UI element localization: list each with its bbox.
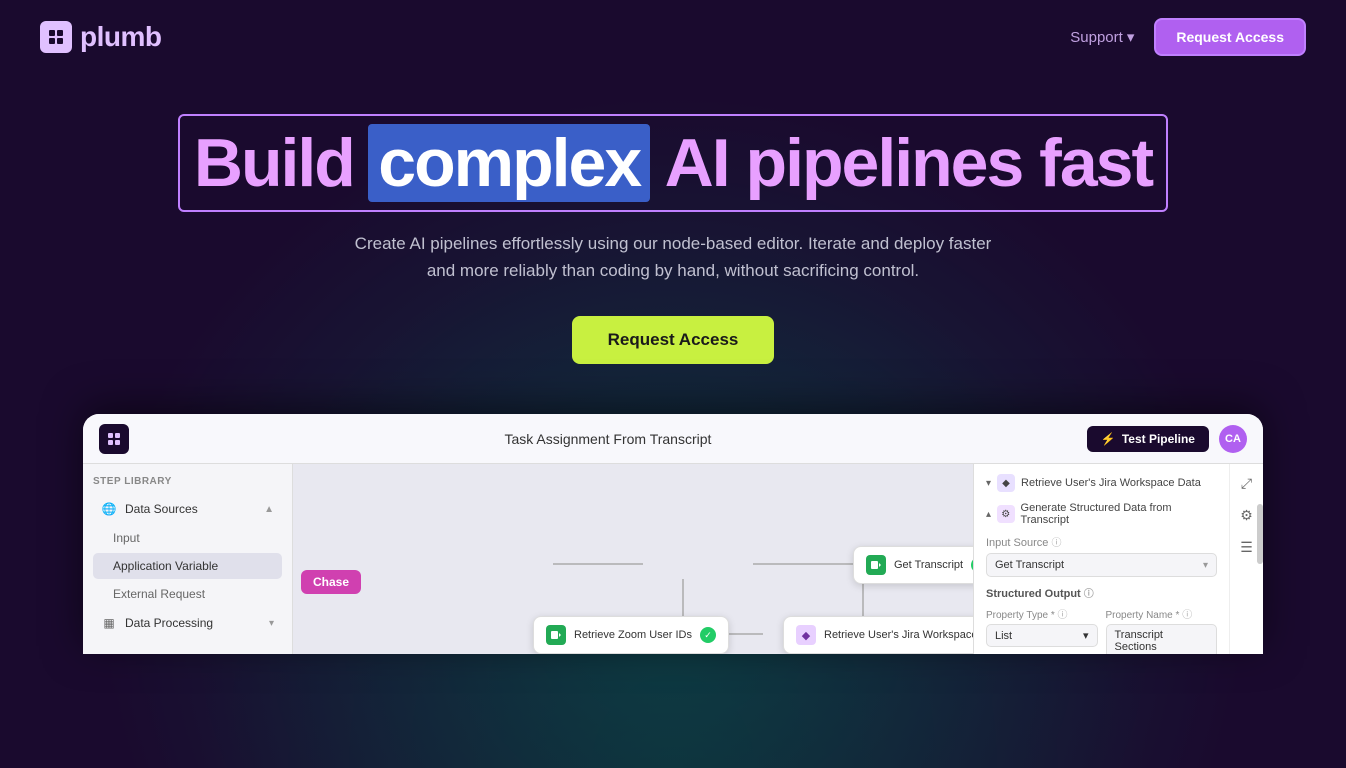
input-source-value: Get Transcript	[995, 559, 1064, 571]
chevron-down-icon2: ▾	[269, 618, 274, 629]
panel-generate-row[interactable]: ▴ ⚙ Generate Structured Data from Transc…	[986, 502, 1217, 526]
headline-complex: complex	[368, 124, 650, 202]
input-source-info-icon: ⓘ	[1051, 538, 1061, 549]
zoom-icon	[546, 625, 566, 645]
chevron-down-icon: ▾	[1127, 28, 1135, 46]
node-retrieve-jira[interactable]: ◆ Retrieve User's Jira Workspace Data ✓	[783, 616, 973, 654]
navbar: plumb Support ▾ Request Access	[0, 0, 1346, 74]
node-transcript-label: Get Transcript	[894, 559, 963, 571]
hero-subtitle: Create AI pipelines effortlessly using o…	[353, 230, 993, 284]
support-label: Support	[1070, 29, 1123, 46]
panel-jira-row[interactable]: ▾ ◆ Retrieve User's Jira Workspace Data	[986, 474, 1217, 492]
panel-generate-label: Generate Structured Data from Transcript	[1021, 502, 1217, 526]
test-pipeline-button[interactable]: ⚡ Test Pipeline	[1087, 426, 1209, 452]
user-avatar: CA	[1219, 425, 1247, 453]
sidebar-item-input[interactable]: Input	[93, 525, 282, 551]
nav-right: Support ▾ Request Access	[1070, 18, 1306, 56]
headline-build: Build	[194, 124, 354, 202]
list-icon[interactable]: ☰	[1236, 536, 1258, 558]
structured-output-label: Structured Output ⓘ	[986, 585, 1217, 600]
property-name-info-icon: ⓘ	[1182, 610, 1192, 621]
hero-cta-button[interactable]: Request Access	[572, 316, 775, 364]
globe-icon: 🌐	[101, 501, 117, 517]
app-preview: Task Assignment From Transcript ⚡ Test P…	[83, 414, 1263, 654]
property-type-info-icon: ⓘ	[1058, 610, 1068, 621]
node-zoom-check-icon: ✓	[700, 627, 716, 643]
property-name-field: Property Name * ⓘ Transcript Sections	[1106, 606, 1218, 654]
right-panel-main: ▾ ◆ Retrieve User's Jira Workspace Data …	[974, 464, 1229, 654]
sidebar-section-title: STEP LIBRARY	[93, 476, 282, 487]
hero-headline: Build complex AI pipelines fast	[0, 114, 1346, 212]
chase-tooltip: Chase	[301, 570, 361, 594]
property-type-chevron: ▾	[1083, 629, 1089, 642]
settings-icon[interactable]: ⚙	[1236, 504, 1258, 526]
request-access-nav-button[interactable]: Request Access	[1154, 18, 1306, 56]
app-title: Task Assignment From Transcript	[504, 431, 711, 447]
structured-output-container: Structured Output ⓘ Property Type * ⓘ	[986, 585, 1217, 654]
node-retrieve-zoom[interactable]: Retrieve Zoom User IDs ✓	[533, 616, 729, 654]
property-name-label: Property Name * ⓘ	[1106, 606, 1218, 621]
headline-border: Build complex AI pipelines fast	[178, 114, 1168, 212]
right-panel-inner: ▾ ◆ Retrieve User's Jira Workspace Data …	[974, 464, 1263, 654]
generate-panel-icon: ⚙	[997, 505, 1014, 523]
input-source-select[interactable]: Get Transcript ▾	[986, 553, 1217, 577]
collapse-icon-generate: ▴	[986, 509, 991, 520]
headline-ai-pipelines: AI pipelines fast	[665, 124, 1152, 202]
jira-icon: ◆	[796, 625, 816, 645]
panel-section-jira: ▾ ◆ Retrieve User's Jira Workspace Data	[986, 474, 1217, 492]
app-logo-icon	[99, 424, 129, 454]
app-sidebar: STEP LIBRARY 🌐 Data Sources ▲ Input Appl…	[83, 464, 293, 654]
panel-section-generate: ▴ ⚙ Generate Structured Data from Transc…	[986, 502, 1217, 654]
structured-output-info-icon: ⓘ	[1084, 589, 1094, 600]
scrollbar[interactable]	[1257, 504, 1263, 564]
property-type-select[interactable]: List ▾	[986, 624, 1098, 647]
video-icon	[866, 555, 886, 575]
sidebar-item-data-sources[interactable]: 🌐 Data Sources ▲	[93, 495, 282, 523]
jira-panel-icon: ◆	[997, 474, 1015, 492]
lightning-icon: ⚡	[1101, 432, 1116, 446]
logo[interactable]: plumb	[40, 21, 162, 53]
input-source-label: Input Source ⓘ	[986, 534, 1217, 549]
expand-icon[interactable]: ⤢	[1236, 472, 1258, 494]
property-type-field: Property Type * ⓘ List ▾	[986, 606, 1098, 654]
app-topbar-right: ⚡ Test Pipeline CA	[1087, 425, 1247, 453]
collapse-icon-jira: ▾	[986, 478, 991, 489]
support-button[interactable]: Support ▾	[1070, 28, 1134, 46]
app-topbar: Task Assignment From Transcript ⚡ Test P…	[83, 414, 1263, 464]
property-type-label: Property Type * ⓘ	[986, 606, 1098, 621]
sidebar-item-external-request[interactable]: External Request	[93, 581, 282, 607]
app-right-panel: ▾ ◆ Retrieve User's Jira Workspace Data …	[973, 464, 1263, 654]
panel-jira-label: Retrieve User's Jira Workspace Data	[1021, 477, 1201, 489]
node-get-transcript[interactable]: Get Transcript ✓	[853, 546, 973, 584]
property-name-input[interactable]: Transcript Sections	[1106, 624, 1218, 654]
logo-icon	[40, 21, 72, 53]
node-zoom-label: Retrieve Zoom User IDs	[574, 629, 692, 641]
node-check-icon: ✓	[971, 557, 973, 573]
chevron-up-icon: ▲	[264, 504, 274, 515]
input-source-container: Input Source ⓘ Get Transcript ▾	[986, 534, 1217, 577]
hero-section: Build complex AI pipelines fast Create A…	[0, 74, 1346, 414]
app-canvas[interactable]: Get Transcript ✓ Retrieve Zoom User IDs …	[293, 464, 973, 654]
logo-text: plumb	[80, 21, 162, 53]
sidebar-item-application-variable[interactable]: Application Variable	[93, 553, 282, 579]
sidebar-item-data-processing[interactable]: ▦ Data Processing ▾	[93, 609, 282, 637]
grid-icon: ▦	[101, 615, 117, 631]
node-jira-label: Retrieve User's Jira Workspace Data	[824, 629, 973, 641]
select-chevron-icon: ▾	[1203, 560, 1208, 571]
panel-grid: Property Type * ⓘ List ▾	[986, 606, 1217, 654]
